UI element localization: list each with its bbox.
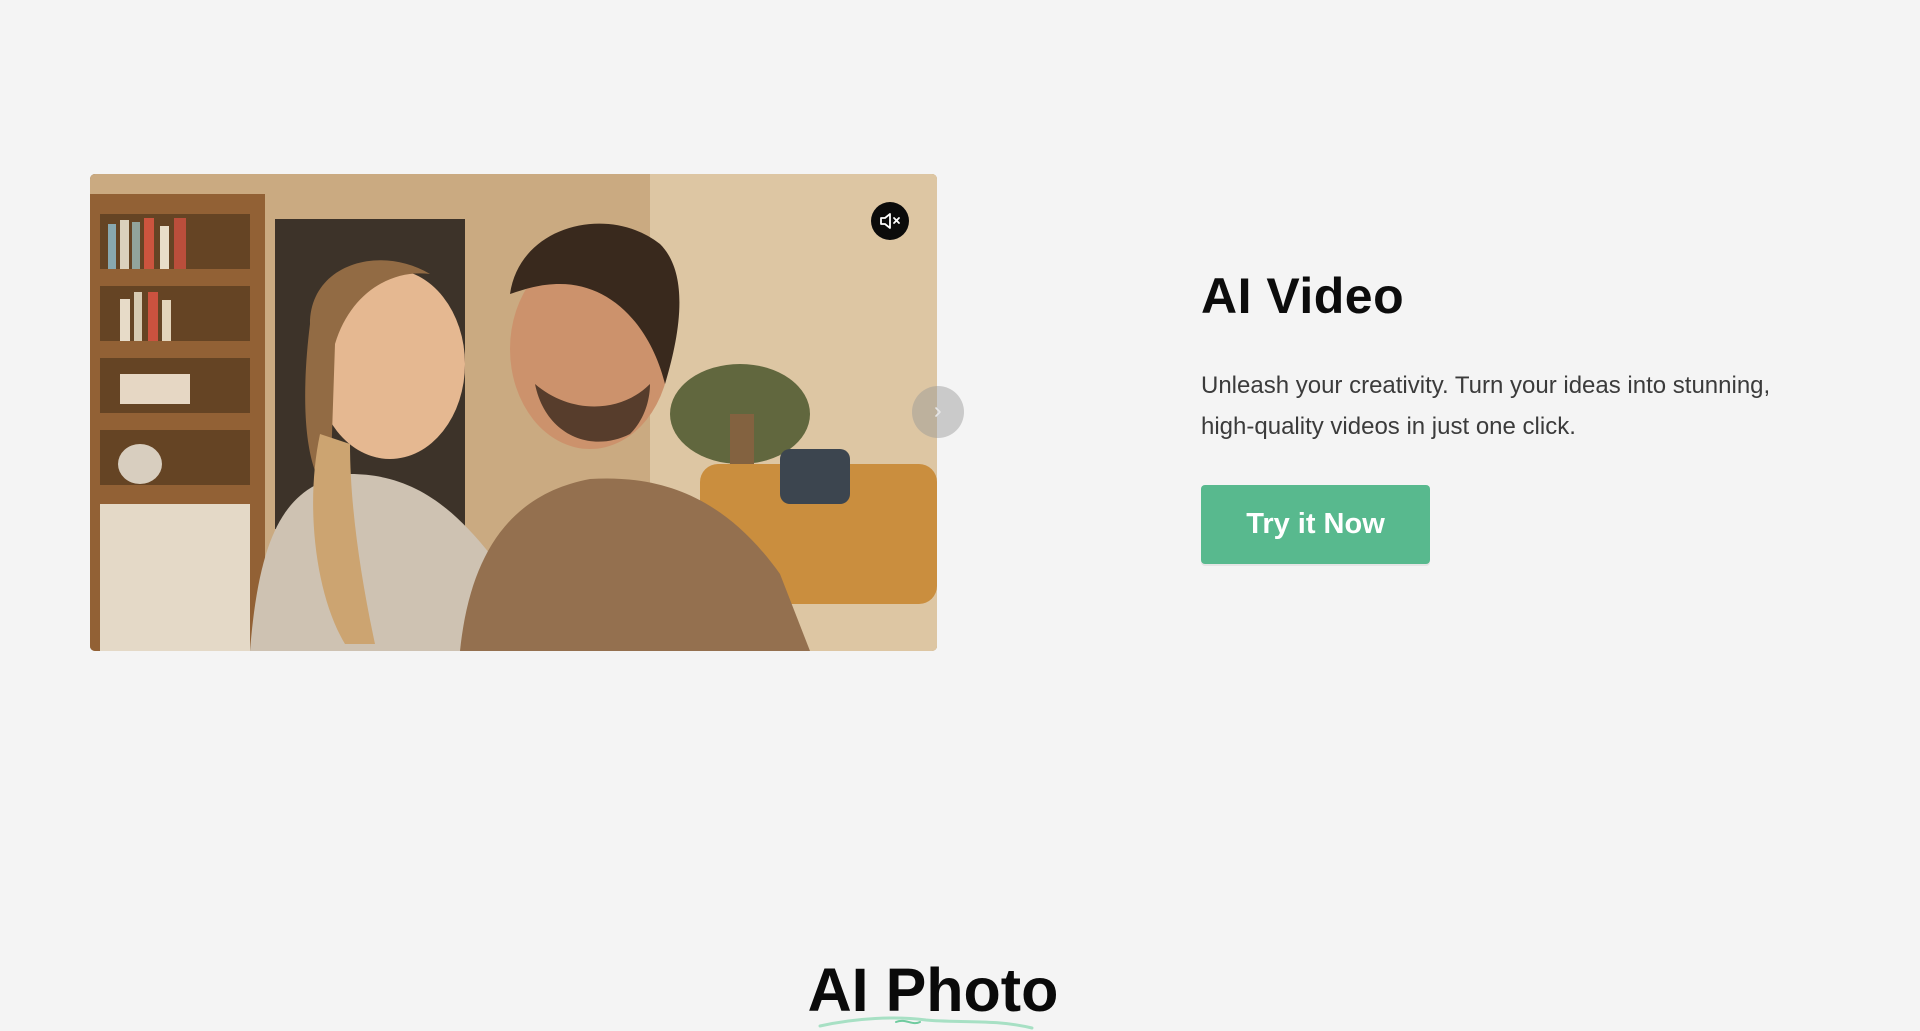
video-thumbnail-couple: [90, 174, 937, 651]
ai-video-title: AI Video: [1201, 268, 1405, 324]
ai-video-info: AI Video Unleash your creativity. Turn y…: [1201, 262, 1841, 564]
video-preview[interactable]: [90, 174, 937, 651]
mute-toggle-button[interactable]: [871, 202, 909, 240]
chevron-right-icon: [935, 407, 941, 417]
ai-video-description: Unleash your creativity. Turn your ideas…: [1201, 372, 1771, 440]
carousel-next-button[interactable]: [912, 386, 964, 438]
video-carousel: [90, 174, 964, 651]
speaker-muted-icon: [880, 213, 900, 229]
heading-underline-decoration: [818, 1016, 1034, 1030]
try-it-now-button[interactable]: Try it Now: [1201, 485, 1430, 564]
